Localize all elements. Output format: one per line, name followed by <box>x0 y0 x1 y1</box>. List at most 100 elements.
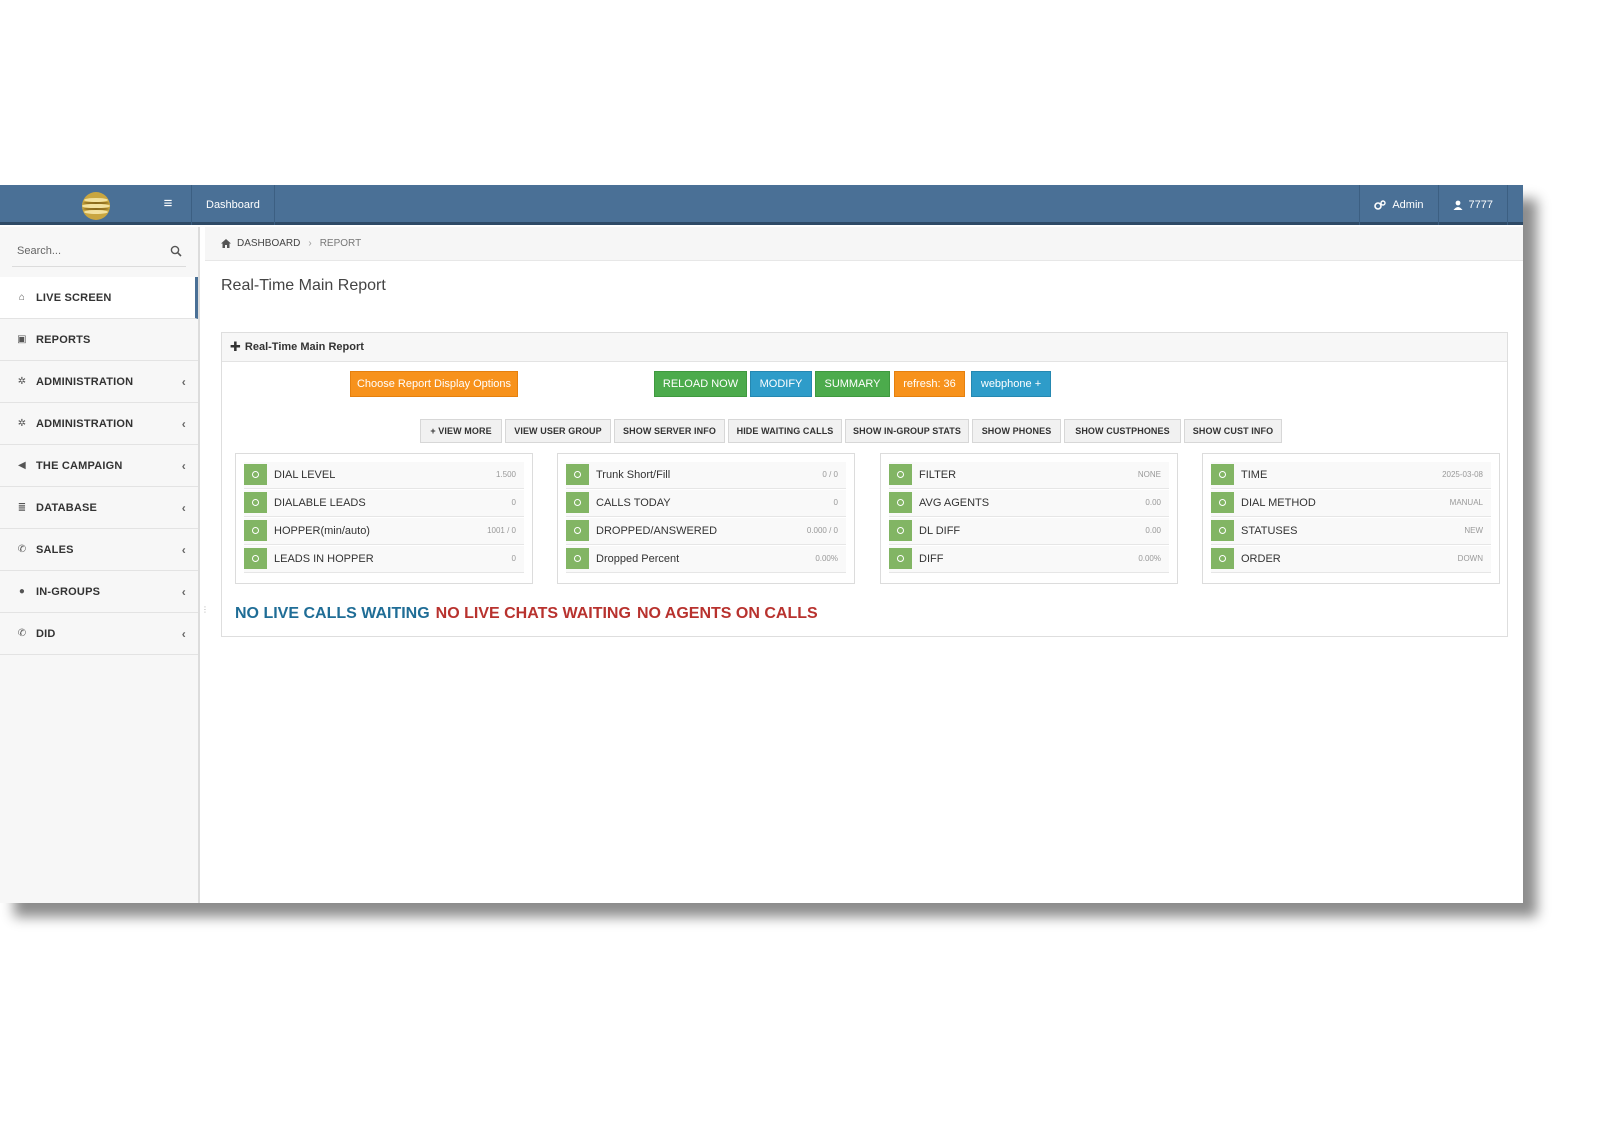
sidebar-item-label: IN-GROUPS <box>36 585 101 598</box>
search-icon[interactable] <box>170 245 182 257</box>
report-panel: ✚ Real-Time Main Report Choose Report Di… <box>221 332 1508 637</box>
status-line: NO LIVE CALLS WAITING NO LIVE CHATS WAIT… <box>235 605 818 623</box>
sidebar-item-reports[interactable]: ▣ REPORTS <box>0 319 198 361</box>
sidebar-item-did[interactable]: ✆ DID ‹ <box>0 613 198 655</box>
show-custphones-button[interactable]: SHOW CUSTPHONES <box>1064 419 1181 443</box>
panel-title: Real-Time Main Report <box>244 341 364 353</box>
plus-icon: ✚ <box>230 339 241 354</box>
bullhorn-icon: ◀ <box>18 460 26 471</box>
view-user-group-button[interactable]: VIEW USER GROUP <box>505 419 611 443</box>
sidebar-item-live-screen[interactable]: ⌂ LIVE SCREEN <box>0 277 198 319</box>
circle-icon <box>1211 548 1234 569</box>
sidebar-item-in-groups[interactable]: ● IN-GROUPS ‹ <box>0 571 198 613</box>
stat-value: 0 <box>833 498 838 507</box>
chevron-left-icon: ‹ <box>181 585 186 599</box>
stat-value: 0.00 <box>1145 498 1161 507</box>
stat-value: MANUAL <box>1449 498 1483 507</box>
stat-label: LEADS IN HOPPER <box>274 553 374 565</box>
app-window: ≡ Dashboard Admin 7777 Search... ⌂ LIVE … <box>0 185 1523 903</box>
stat-label: HOPPER(min/auto) <box>274 525 370 537</box>
sidebar-item-administration[interactable]: ✲ ADMINISTRATION ‹ <box>0 361 198 403</box>
stats-box-agents: FILTER NONE AVG AGENTS 0.00 DL DIFF 0.00 DIFF 0… <box>880 453 1178 584</box>
circle-icon <box>566 548 589 569</box>
breadcrumb-dashboard[interactable]: DASHBOARD <box>237 238 300 249</box>
sidebar-item-sales[interactable]: ✆ SALES ‹ <box>0 529 198 571</box>
reload-now-button[interactable]: RELOAD NOW <box>654 371 747 397</box>
panel-header[interactable]: ✚ Real-Time Main Report <box>222 333 1507 362</box>
circle-icon <box>566 464 589 485</box>
circle-icon <box>566 520 589 541</box>
search-input[interactable] <box>12 237 162 265</box>
circle-icon <box>889 520 912 541</box>
show-server-info-button[interactable]: SHOW SERVER INFO <box>614 419 725 443</box>
breadcrumb-separator: › <box>308 238 312 249</box>
phone-icon: ✆ <box>17 628 27 639</box>
sidebar-item-label: REPORTS <box>36 333 91 346</box>
choose-report-options-button[interactable]: Choose Report Display Options <box>350 371 518 397</box>
sidebar-item-label: ADMINISTRATION <box>36 417 134 430</box>
sidebar-item-database[interactable]: ≣ DATABASE ‹ <box>0 487 198 529</box>
nav-dashboard-link[interactable]: Dashboard <box>192 185 275 225</box>
home-icon: ⌂ <box>18 292 26 303</box>
home-icon <box>221 239 231 248</box>
show-in-group-stats-button[interactable]: SHOW IN-GROUP STATS <box>845 419 969 443</box>
circle-icon <box>889 492 912 513</box>
refresh-button[interactable]: refresh: 36 <box>894 371 965 397</box>
stat-row: CALLS TODAY 0 <box>566 490 846 517</box>
sidebar-item-the-campaign[interactable]: ◀ THE CAMPAIGN ‹ <box>0 445 198 487</box>
phone-icon: ✆ <box>17 544 27 555</box>
user-menu[interactable]: 7777 <box>1437 185 1508 225</box>
gears-icon <box>1374 199 1387 210</box>
stat-row: DIFF 0.00% <box>889 546 1169 573</box>
database-icon: ≣ <box>17 502 27 513</box>
admin-menu[interactable]: Admin <box>1359 185 1437 225</box>
live-calls-status: NO LIVE CALLS WAITING <box>235 605 430 622</box>
stat-row: Dropped Percent 0.00% <box>566 546 846 573</box>
user-label: 7777 <box>1468 199 1493 211</box>
stat-value: 0.00 <box>1145 526 1161 535</box>
circle-icon <box>244 464 267 485</box>
circle-icon <box>1211 492 1234 513</box>
chevron-left-icon: ‹ <box>181 501 186 515</box>
breadcrumb: DASHBOARD › REPORT <box>205 227 1523 261</box>
view-more-button[interactable]: + VIEW MORE <box>420 419 502 443</box>
logo-icon[interactable] <box>80 190 112 222</box>
hide-waiting-calls-button[interactable]: HIDE WAITING CALLS <box>728 419 842 443</box>
stat-label: DIFF <box>919 553 944 565</box>
user-icon <box>1453 200 1463 210</box>
sidebar-menu: ⌂ LIVE SCREEN ▣ REPORTS ✲ ADMINISTRATION ‹ ✲ ADM… <box>0 277 198 655</box>
circle-icon <box>1211 464 1234 485</box>
sidebar-resize-handle[interactable]: ⋮ <box>201 605 209 617</box>
stat-value: 0.00% <box>815 554 838 563</box>
summary-button[interactable]: SUMMARY <box>815 371 890 397</box>
stat-row: LEADS IN HOPPER 0 <box>244 546 524 573</box>
stat-label: Dropped Percent <box>596 553 680 565</box>
chevron-left-icon: ‹ <box>181 417 186 431</box>
stat-row: Trunk Short/Fill 0 / 0 <box>566 462 846 489</box>
sidebar-item-label: ADMINISTRATION <box>36 375 134 388</box>
page-title: Real-Time Main Report <box>221 277 386 294</box>
show-phones-button[interactable]: SHOW PHONES <box>972 419 1061 443</box>
stat-value: 2025-03-08 <box>1442 470 1483 479</box>
show-cust-info-button[interactable]: SHOW CUST INFO <box>1184 419 1282 443</box>
stats-box-dial: DIAL LEVEL 1.500 DIALABLE LEADS 0 HOPPER(min… <box>235 453 533 584</box>
modify-button[interactable]: MODIFY <box>750 371 812 397</box>
stat-label: DROPPED/ANSWERED <box>596 525 718 537</box>
main-content: DASHBOARD › REPORT Real-Time Main Report… <box>205 227 1523 903</box>
admin-label: Admin <box>1392 199 1424 211</box>
chevron-left-icon: ‹ <box>181 375 186 389</box>
stat-label: DL DIFF <box>919 525 961 537</box>
stat-row: DIAL METHOD MANUAL <box>1211 490 1491 517</box>
sidebar-item-administration[interactable]: ✲ ADMINISTRATION ‹ <box>0 403 198 445</box>
webphone-button[interactable]: webphone + <box>971 371 1051 397</box>
logo-area: ≡ <box>0 185 192 225</box>
stat-row: FILTER NONE <box>889 462 1169 489</box>
top-right-menu: Admin 7777 <box>1359 185 1508 225</box>
stats-box-campaign: TIME 2025-03-08 DIAL METHOD MANUAL STATUSES N… <box>1202 453 1500 584</box>
sidebar-item-label: LIVE SCREEN <box>36 291 112 304</box>
stat-value: 0 / 0 <box>822 470 838 479</box>
stat-label: CALLS TODAY <box>596 497 671 509</box>
hamburger-menu-icon[interactable]: ≡ <box>160 193 176 215</box>
stat-label: DIAL METHOD <box>1241 497 1316 509</box>
sidebar-item-label: SALES <box>36 543 74 556</box>
